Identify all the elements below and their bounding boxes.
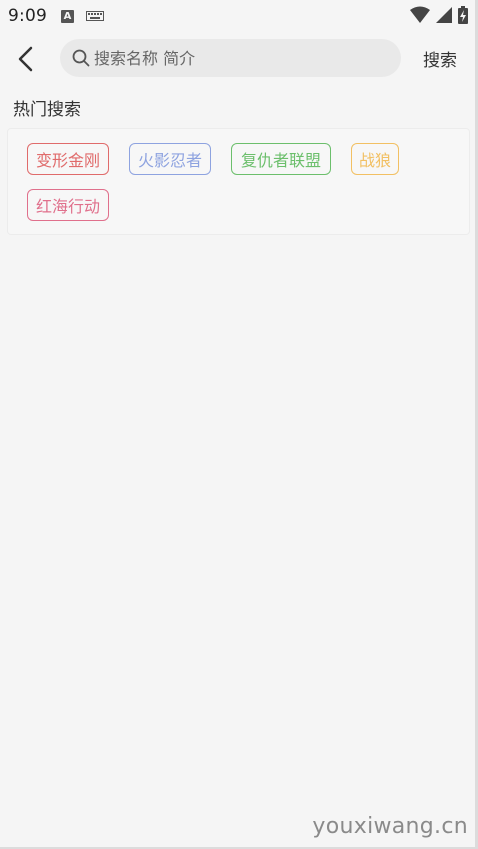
hot-tag-wolf-warrior[interactable]: 战狼 [351,143,399,175]
hot-tag-transformers[interactable]: 变形金刚 [27,143,109,175]
status-time: 9:09 [8,6,47,26]
hot-tag-naruto[interactable]: 火影忍者 [129,143,211,175]
search-button[interactable]: 搜索 [412,44,468,72]
signal-icon [436,7,452,23]
notification-a-icon: A [60,9,74,23]
chevron-left-icon [18,46,33,72]
top-bar: 搜索 [0,36,478,80]
status-right-icons [410,6,468,24]
hot-tag-avengers[interactable]: 复仇者联盟 [231,143,331,175]
watermark: youxiwang.cn [312,814,468,839]
hot-search-title: 热门搜索 [13,100,81,120]
wifi-icon [410,6,430,23]
search-input[interactable] [94,48,394,68]
hot-tag-operation-red-sea[interactable]: 红海行动 [27,189,109,221]
search-box[interactable] [60,39,401,77]
keyboard-icon [85,11,104,21]
search-icon [72,49,90,67]
back-button[interactable] [12,44,42,74]
status-bar: 9:09 A [0,0,478,32]
battery-charging-icon [458,6,468,24]
hot-search-panel: 变形金刚 火影忍者 复仇者联盟 战狼 红海行动 [7,128,470,235]
